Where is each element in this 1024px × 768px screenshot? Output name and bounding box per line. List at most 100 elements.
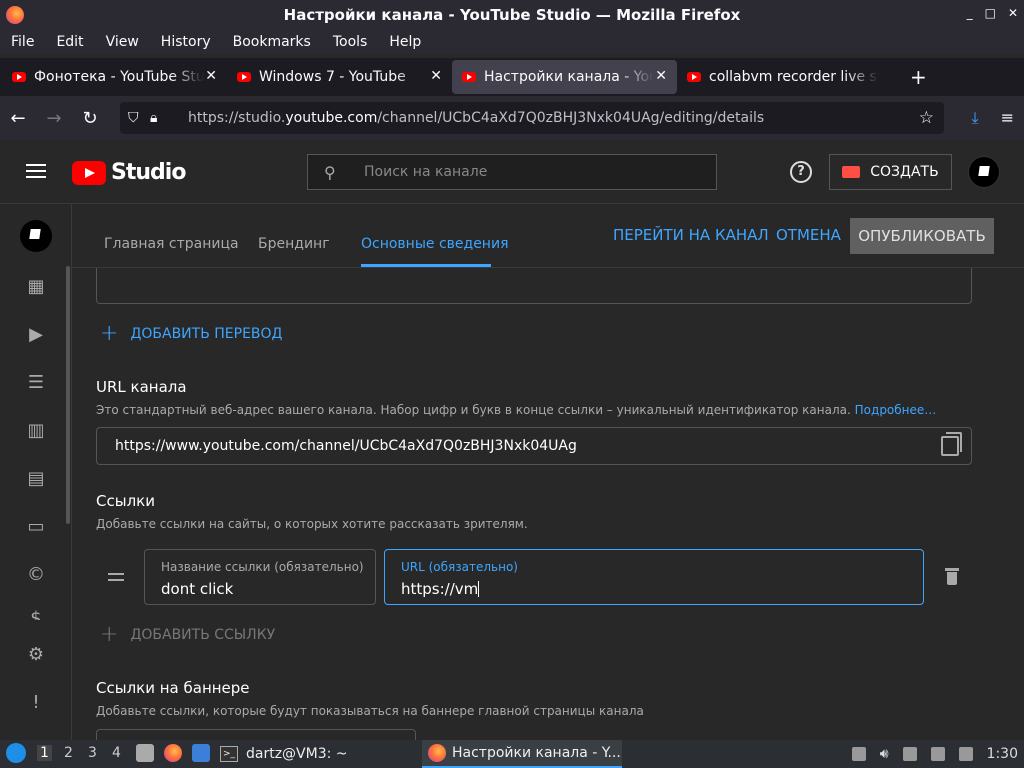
window-titlebar: Настройки канала - YouTube Studio — Mozi… — [0, 0, 1024, 30]
link-url-label: URL (обязательно) — [401, 560, 518, 574]
bookmark-star-icon[interactable]: ☆ — [919, 108, 934, 128]
text-caret — [478, 581, 480, 597]
taskbar-firefox[interactable]: Настройки канала - Y... — [422, 740, 622, 768]
minimize-button[interactable]: _ — [967, 6, 973, 20]
youtube-favicon-icon — [462, 72, 476, 82]
firefox-icon — [428, 744, 446, 762]
studio-header: Studio ⚲ Поиск на канале ? СОЗДАТЬ — [0, 140, 1024, 204]
description-textarea[interactable] — [96, 268, 972, 304]
close-window-button[interactable]: ✕ — [1008, 6, 1018, 20]
link-title-value[interactable]: dont click — [161, 580, 233, 598]
tab-basic-info[interactable]: Основные сведения — [361, 236, 509, 252]
volume-icon[interactable]: 🔊︎ — [880, 746, 889, 762]
lock-icon[interactable]: 🔒︎ — [150, 110, 170, 126]
comments-icon[interactable]: ▤ — [24, 468, 48, 492]
tab-close-icon[interactable]: ✕ — [430, 68, 442, 84]
playlists-icon[interactable]: ☰ — [24, 372, 48, 396]
menu-edit[interactable]: Edit — [45, 34, 94, 50]
tab-branding[interactable]: Брендинг — [258, 236, 330, 252]
address-bar[interactable]: ⛉ 🔒︎ https://studio.youtube.com/channel/… — [120, 102, 944, 134]
menu-tools[interactable]: Tools — [322, 34, 379, 50]
downloads-icon[interactable]: ⤓ — [972, 108, 979, 128]
clipboard-icon[interactable] — [902, 747, 917, 761]
studio-logo[interactable]: Studio — [72, 160, 186, 185]
window-title: Настройки канала - YouTube Studio — Mozi… — [283, 6, 741, 24]
browser-tab[interactable]: Windows 7 - YouTube ✕ — [227, 60, 452, 94]
drag-handle-icon[interactable] — [108, 573, 124, 585]
workspace-4[interactable]: 4 — [112, 745, 121, 761]
back-button[interactable]: ← — [0, 108, 36, 129]
content-icon[interactable]: ▶ — [24, 324, 48, 348]
sidebar-scrollbar[interactable] — [66, 266, 70, 524]
firefox-launcher-icon[interactable] — [164, 744, 182, 762]
learn-more-link[interactable]: Подробнее… — [855, 403, 937, 417]
browser-tab[interactable]: collabvm recorder live stream — [677, 60, 902, 94]
search-icon: ⚲ — [324, 162, 336, 182]
add-translation-button[interactable]: + ДОБАВИТЬ ПЕРЕВОД — [100, 321, 282, 346]
tab-home[interactable]: Главная страница — [104, 236, 239, 252]
plus-icon: + — [100, 321, 119, 346]
tray-update-icon[interactable] — [851, 747, 866, 761]
url-text[interactable]: https://studio.youtube.com/channel/UCbC4… — [188, 110, 764, 126]
banner-link-field[interactable] — [96, 729, 416, 740]
workspace-3[interactable]: 3 — [88, 745, 97, 761]
new-tab-button[interactable]: + — [910, 65, 927, 89]
monetization-icon[interactable]: $ — [24, 608, 48, 620]
youtube-favicon-icon — [12, 72, 26, 82]
menu-bookmarks[interactable]: Bookmarks — [222, 34, 322, 50]
channel-avatar[interactable] — [20, 220, 52, 252]
link-url-value[interactable]: https://vm — [401, 580, 480, 598]
channel-search-input[interactable]: ⚲ Поиск на канале — [307, 154, 717, 190]
menu-view[interactable]: View — [95, 34, 150, 50]
help-icon[interactable]: ? — [790, 161, 812, 183]
analytics-icon[interactable]: ▥ — [24, 420, 48, 444]
links-description: Добавьте ссылки на сайты, о которых хоти… — [96, 517, 528, 531]
file-manager-icon[interactable] — [136, 744, 154, 762]
add-link-button[interactable]: + ДОБАВИТЬ ССЫЛКУ — [100, 622, 275, 647]
tray-app-icon[interactable] — [958, 747, 973, 761]
delete-icon[interactable] — [945, 568, 959, 586]
cancel-button[interactable]: ОТМЕНА — [776, 226, 841, 244]
link-title-field[interactable]: Название ссылки (обязательно) dont click — [144, 549, 376, 605]
account-avatar[interactable] — [968, 156, 1000, 188]
banner-links-description: Добавьте ссылки, которые будут показыват… — [96, 704, 644, 718]
link-title-label: Название ссылки (обязательно) — [161, 560, 364, 574]
workspace-1[interactable]: 1 — [37, 745, 52, 761]
view-channel-button[interactable]: ПЕРЕЙТИ НА КАНАЛ — [613, 226, 769, 244]
subtitles-icon[interactable]: ▭ — [24, 516, 48, 540]
tab-close-icon[interactable]: ✕ — [205, 68, 217, 84]
menu-file[interactable]: File — [0, 34, 45, 50]
create-button[interactable]: СОЗДАТЬ — [829, 154, 952, 190]
network-icon[interactable] — [930, 747, 945, 761]
clock[interactable]: 1:30 — [987, 746, 1018, 762]
browser-tab[interactable]: Фонотека - YouTube Studio ✕ — [2, 60, 227, 94]
forward-button[interactable]: → — [36, 108, 72, 129]
copy-icon[interactable] — [941, 432, 962, 456]
menu-help[interactable]: Help — [378, 34, 432, 50]
maximize-button[interactable]: □ — [985, 6, 996, 20]
basic-info-panel: + ДОБАВИТЬ ПЕРЕВОД URL канала Это станда… — [72, 268, 1024, 740]
tab-title: collabvm recorder live stream — [709, 69, 879, 85]
desktop-icon[interactable] — [192, 744, 210, 762]
start-menu-icon[interactable] — [6, 743, 26, 763]
tracking-shield-icon[interactable]: ⛉ — [128, 110, 150, 126]
tab-close-icon[interactable]: ✕ — [655, 68, 667, 84]
dashboard-icon[interactable]: ▦ — [24, 276, 48, 300]
feedback-icon[interactable]: ! — [24, 692, 48, 716]
youtube-logo-icon — [72, 160, 106, 185]
workspace-2[interactable]: 2 — [64, 745, 73, 761]
taskbar-terminal[interactable]: >_ dartz@VM3: ~ — [220, 742, 348, 766]
copyright-icon[interactable]: © — [24, 564, 48, 588]
plus-icon: + — [100, 622, 119, 647]
publish-button[interactable]: ОПУБЛИКОВАТЬ — [850, 218, 994, 254]
reload-button[interactable]: ↻ — [72, 108, 108, 129]
link-url-field[interactable]: URL (обязательно) https://vm — [384, 549, 924, 605]
app-menu-icon[interactable]: ≡ — [1001, 108, 1014, 128]
browser-tab-active[interactable]: Настройки канала - YouTube Studio ✕ — [452, 60, 677, 94]
settings-icon[interactable]: ⚙ — [24, 644, 48, 668]
browser-tabbar: Фонотека - YouTube Studio ✕ Windows 7 - … — [0, 58, 1024, 96]
customization-tabs: Главная страница Брендинг Основные сведе… — [72, 204, 1024, 268]
hamburger-menu-icon[interactable] — [26, 164, 46, 182]
channel-url-field[interactable]: https://www.youtube.com/channel/UCbC4aXd… — [96, 427, 972, 465]
menu-history[interactable]: History — [150, 34, 222, 50]
